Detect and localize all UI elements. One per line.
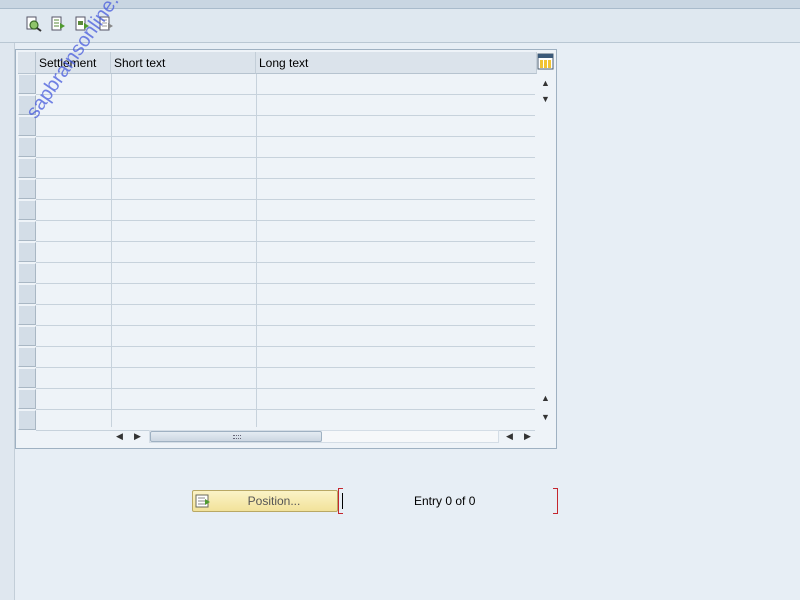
table-layout-icon <box>537 53 554 70</box>
row-selector[interactable] <box>18 284 36 304</box>
title-bar <box>0 0 800 9</box>
text-cursor <box>342 493 343 509</box>
scroll-page-up-icon[interactable]: ▲ <box>537 389 554 406</box>
row-selector[interactable] <box>18 95 36 115</box>
row-selector[interactable] <box>18 389 36 409</box>
find-button[interactable] <box>25 15 43 33</box>
scroll-thumb[interactable] <box>150 431 322 442</box>
grip-icon <box>233 435 241 439</box>
row-selector[interactable] <box>18 137 36 157</box>
position-button-label: Position... <box>247 494 301 508</box>
results-table: Settlement Short text Long text ▲ ▼ ▲ ▼ … <box>15 49 557 449</box>
binoculars-icon <box>26 16 42 32</box>
select-all-button[interactable] <box>49 15 67 33</box>
select-block-icon <box>75 16 89 31</box>
scroll-left-icon[interactable]: ◀ <box>111 428 128 445</box>
entry-field[interactable]: Entry 0 of 0 <box>338 488 558 514</box>
column-header-settlement[interactable]: Settlement <box>36 52 111 74</box>
select-all-icon <box>51 16 65 31</box>
deselect-all-icon <box>99 16 113 31</box>
scroll-down-icon[interactable]: ▼ <box>537 90 554 107</box>
row-selector[interactable] <box>18 221 36 241</box>
row-selector[interactable] <box>18 74 36 94</box>
scroll-column-left-icon[interactable]: ◀ <box>501 428 518 445</box>
row-selector[interactable] <box>18 410 36 430</box>
change-layout-button[interactable] <box>537 53 554 70</box>
vertical-scrollbar[interactable]: ▲ ▼ ▲ ▼ <box>537 74 554 427</box>
column-header-long-text[interactable]: Long text <box>256 52 537 74</box>
row-selector[interactable] <box>18 116 36 136</box>
application-toolbar <box>0 9 800 43</box>
row-selector[interactable] <box>18 179 36 199</box>
row-selector[interactable] <box>18 242 36 262</box>
field-bracket-right <box>553 488 558 514</box>
scroll-up-icon[interactable]: ▲ <box>537 74 554 91</box>
row-selector[interactable] <box>18 347 36 367</box>
position-icon <box>195 494 210 508</box>
row-selector[interactable] <box>18 326 36 346</box>
entry-counter: Entry 0 of 0 <box>414 494 476 508</box>
select-all-corner[interactable] <box>18 52 36 74</box>
row-selector[interactable] <box>18 368 36 388</box>
row-selector[interactable] <box>18 305 36 325</box>
row-selector[interactable] <box>18 200 36 220</box>
scroll-page-down-icon[interactable]: ▼ <box>537 408 554 425</box>
scroll-right-icon[interactable]: ▶ <box>129 428 146 445</box>
column-divider <box>256 74 257 427</box>
select-block-button[interactable] <box>73 15 91 33</box>
row-selector[interactable] <box>18 263 36 283</box>
scroll-column-right-icon[interactable]: ▶ <box>519 428 536 445</box>
column-divider <box>111 74 112 427</box>
scroll-track[interactable] <box>149 430 499 443</box>
position-button[interactable]: Position... <box>192 490 338 512</box>
row-selector[interactable] <box>18 158 36 178</box>
horizontal-scrollbar[interactable]: ◀ ▶ ◀ ▶ <box>111 428 553 445</box>
deselect-all-button[interactable] <box>97 15 115 33</box>
column-header-short-text[interactable]: Short text <box>111 52 256 74</box>
